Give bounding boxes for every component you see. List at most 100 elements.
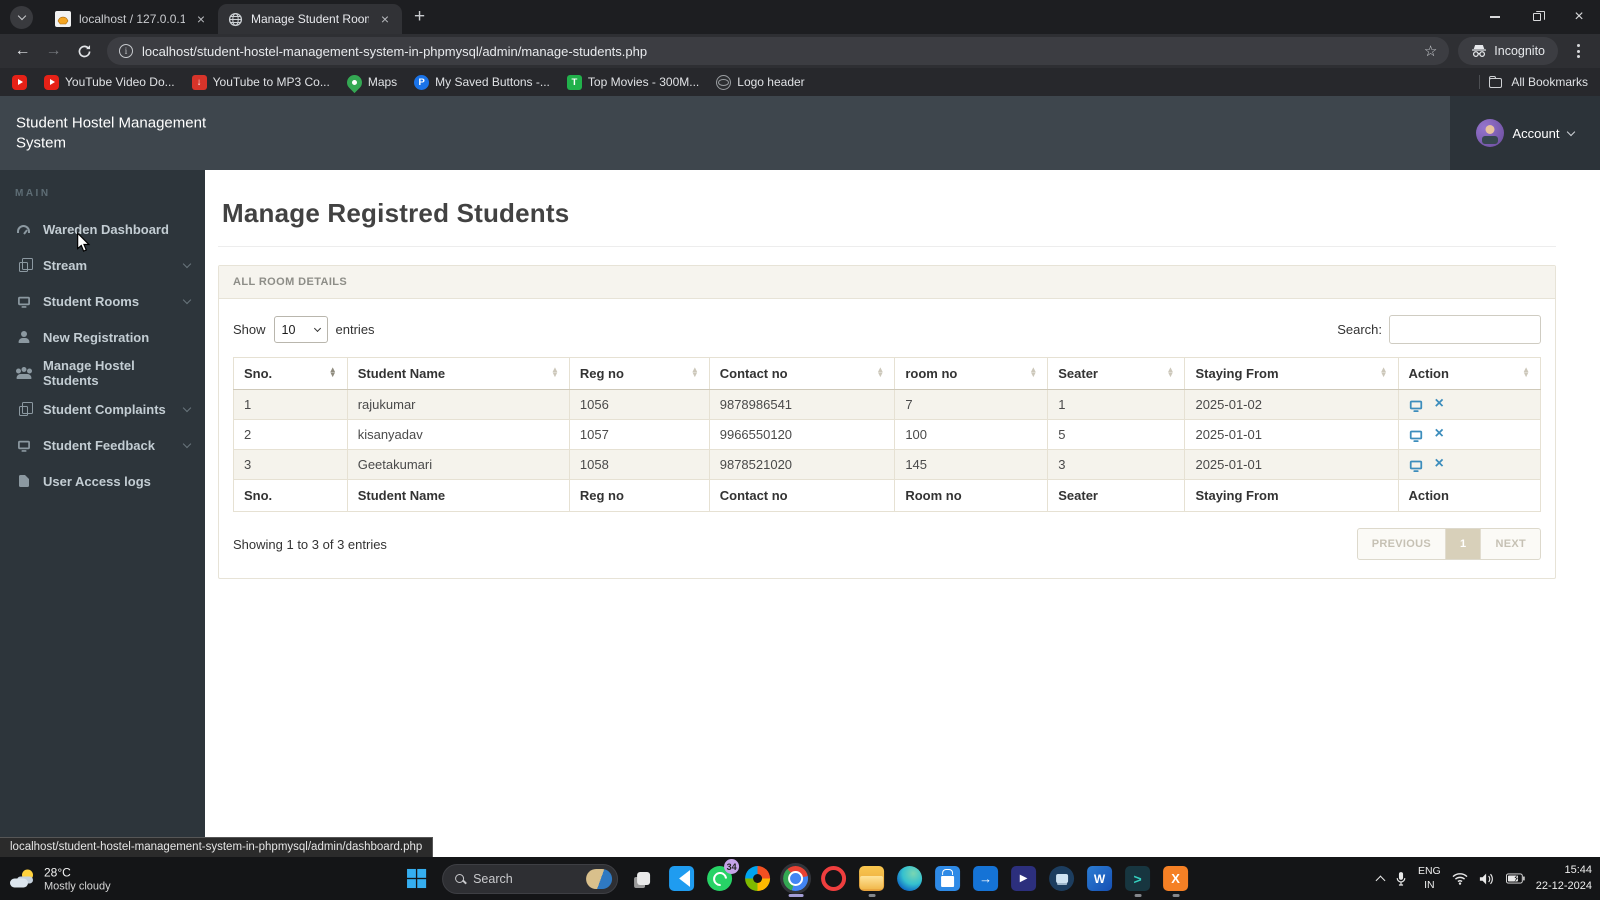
windows-logo-icon [407, 868, 427, 889]
chrome-app-icon[interactable] [783, 866, 809, 891]
taskbar-clock[interactable]: 15:44 22-12-2024 [1536, 863, 1592, 894]
weather-widget[interactable]: 28°C Mostly cloudy [10, 865, 111, 892]
tab-close-icon[interactable]: × [377, 11, 393, 27]
delete-icon[interactable]: × [1435, 395, 1444, 412]
sidebar-item-student-feedback[interactable]: Student Feedback [0, 427, 205, 463]
youtube-icon [12, 74, 27, 90]
incognito-badge: Incognito [1458, 37, 1558, 65]
avatar [1475, 119, 1504, 147]
bookmark-item[interactable]: T Top Movies - 300M... [566, 74, 699, 90]
file-explorer-icon[interactable] [859, 866, 885, 891]
col-header-sno[interactable]: ▲ ▼ Sno. [233, 357, 348, 390]
site-info-icon[interactable]: i [119, 44, 133, 58]
bookmark-item[interactable]: YouTube Video Do... [44, 74, 175, 90]
chevron-down-icon [1567, 127, 1576, 136]
delete-icon[interactable]: × [1435, 455, 1444, 472]
browser-menu-button[interactable] [1565, 44, 1591, 58]
next-page-button[interactable]: NEXT [1481, 529, 1540, 559]
wifi-icon[interactable] [1452, 872, 1468, 885]
col-header-seater[interactable]: ▲ ▼ Seater [1047, 357, 1186, 390]
col-header-action[interactable]: ▲ ▼ Action [1397, 357, 1541, 390]
reload-icon [78, 44, 91, 57]
taskbar-search[interactable]: Search [442, 863, 619, 894]
sidebar-item-student-rooms[interactable]: Student Rooms [0, 283, 205, 319]
opera-app-icon[interactable] [821, 866, 847, 891]
maximize-button[interactable] [1516, 0, 1558, 34]
bookmark-item[interactable]: P My Saved Buttons -... [414, 74, 550, 90]
bookmark-item[interactable]: Logo header [716, 74, 805, 90]
mouse-cursor [77, 232, 91, 252]
col-header-reg-no[interactable]: ▲ ▼ Reg no [568, 357, 710, 390]
col-header-room-no[interactable]: ▲ ▼ room no [894, 357, 1049, 390]
bookmark-youtube[interactable] [12, 74, 27, 90]
bookmark-star-icon[interactable]: ☆ [1424, 42, 1437, 60]
search-input[interactable] [1389, 315, 1541, 344]
sidebar-item-wareden-dashboard[interactable]: Wareden Dashboard [0, 211, 205, 247]
address-bar[interactable]: i localhost/student-hostel-management-sy… [107, 37, 1450, 65]
page-length-select[interactable]: 10 [273, 316, 328, 343]
close-button[interactable]: × [1558, 0, 1600, 34]
office-app-icon[interactable] [745, 866, 771, 891]
globe-favicon [227, 11, 243, 27]
previous-page-button[interactable]: PREVIOUS [1358, 529, 1445, 559]
ms-store-app-icon[interactable] [935, 866, 961, 891]
entries-info: Showing 1 to 3 of 3 entries [233, 536, 387, 552]
tab-close-icon[interactable]: × [193, 11, 209, 27]
entries-label: entries [335, 322, 375, 337]
bookmark-item[interactable]: ↓ YouTube to MP3 Co... [191, 74, 330, 90]
chevron-down-icon [182, 295, 192, 304]
minimize-button[interactable] [1474, 0, 1516, 34]
vscode-app-icon[interactable] [669, 866, 695, 891]
col-header-staying-from[interactable]: ▲ ▼ Staying From [1184, 357, 1399, 390]
language-indicator[interactable]: ENG IN [1418, 865, 1441, 891]
card-header: ALL ROOM DETAILS [219, 266, 1555, 299]
window-controls: × [1474, 0, 1600, 34]
table-row: 3 Geetakumari 1058 9878521020 145 3 2025… [233, 449, 1541, 480]
forward-button[interactable]: → [40, 38, 67, 65]
start-button[interactable] [404, 866, 429, 891]
view-icon[interactable] [1409, 430, 1422, 442]
sidebar-item-student-complaints[interactable]: Student Complaints [0, 391, 205, 427]
volume-icon[interactable] [1479, 872, 1495, 886]
hidden-icons-chevron[interactable] [1375, 875, 1386, 886]
tab-manage-student-rooms[interactable]: Manage Student Rooms × [218, 4, 402, 34]
battery-charging-icon[interactable] [1505, 873, 1525, 884]
taskbar-apps: Search 34 → ▶ W > X [404, 857, 1189, 900]
view-icon[interactable] [1409, 460, 1422, 472]
task-view-button[interactable] [631, 866, 656, 891]
page-title: Manage Registred Students [222, 198, 570, 228]
arrow-app-icon[interactable]: → [973, 866, 999, 891]
back-button[interactable]: ← [9, 38, 36, 65]
word-app-icon[interactable]: W [1087, 866, 1113, 891]
desktop-app-icon[interactable] [1049, 866, 1075, 891]
search-highlight-image [586, 868, 613, 889]
current-page-button[interactable]: 1 [1445, 529, 1482, 559]
whatsapp-app-icon[interactable]: 34 [707, 859, 740, 891]
all-bookmarks[interactable]: All Bookmarks [1479, 75, 1588, 89]
col-header-contact-no[interactable]: ▲ ▼ Contact no [708, 357, 896, 390]
new-tab-button[interactable]: + [414, 6, 425, 28]
edge-app-icon[interactable] [897, 866, 923, 891]
sidebar-item-user-access-logs[interactable]: User Access logs [0, 463, 205, 499]
reload-button[interactable] [71, 38, 98, 65]
view-icon[interactable] [1409, 400, 1422, 412]
microphone-icon[interactable] [1395, 871, 1407, 887]
account-menu[interactable]: Account [1450, 96, 1600, 170]
sidebar-item-manage-hostel-students[interactable]: Manage Hostel Students [0, 355, 205, 391]
monitor-icon [15, 296, 32, 308]
sidebar-item-new-registration[interactable]: New Registration [0, 319, 205, 355]
phpmyadmin-favicon [55, 11, 71, 27]
xampp-app-icon[interactable]: X [1163, 866, 1189, 891]
account-label: Account [1512, 125, 1560, 141]
tab-phpmyadmin[interactable]: localhost / 127.0.0.1 / hostel | p × [46, 4, 218, 34]
video-app-icon[interactable]: ▶ [1011, 866, 1037, 891]
col-header-student-name[interactable]: ▲ ▼ Student Name [346, 357, 570, 390]
file-icon [15, 475, 32, 487]
sidebar-item-stream[interactable]: Stream [0, 247, 205, 283]
chevron-down-icon [17, 11, 26, 20]
delete-icon[interactable]: × [1435, 425, 1444, 442]
site-title: Student Hostel Management System [16, 114, 207, 152]
tab-search-button[interactable] [10, 5, 33, 29]
terminal-app-icon[interactable]: > [1125, 866, 1151, 891]
bookmark-item[interactable]: Maps [343, 71, 397, 93]
